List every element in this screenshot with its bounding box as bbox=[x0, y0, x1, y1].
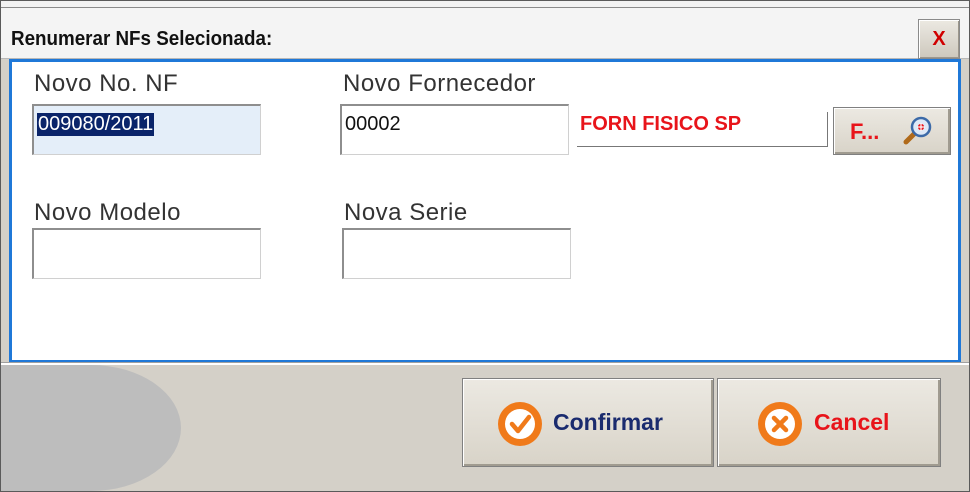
title-bar: Renumerar NFs Selecionada: X bbox=[1, 8, 969, 59]
fornecedor-name: FORN FISICO SP bbox=[580, 113, 742, 135]
fornecedor-name-display: FORN FISICO SP bbox=[577, 112, 828, 147]
footer-separator bbox=[1, 362, 969, 365]
cancel-label: Cancel bbox=[814, 409, 890, 435]
fornecedor-value: 00002 bbox=[345, 113, 401, 135]
close-button[interactable]: X bbox=[918, 19, 960, 59]
serie-input[interactable] bbox=[342, 228, 571, 279]
renumber-dialog: Renumerar NFs Selecionada: X Novo No. NF… bbox=[0, 0, 970, 492]
nf-input[interactable]: 009080/2011 bbox=[32, 104, 261, 155]
nf-label: Novo No. NF bbox=[34, 70, 179, 97]
magnifier-icon bbox=[900, 114, 934, 153]
modelo-label: Novo Modelo bbox=[34, 199, 181, 226]
nf-value: 009080/2011 bbox=[37, 113, 155, 136]
fornecedor-input[interactable]: 00002 bbox=[340, 104, 569, 155]
confirm-label: Confirmar bbox=[553, 409, 663, 435]
footer-decoration bbox=[1, 365, 181, 491]
find-fornecedor-button[interactable]: F... bbox=[833, 107, 951, 155]
x-circle-icon bbox=[756, 400, 804, 453]
dialog-title: Renumerar NFs Selecionada: bbox=[11, 28, 273, 50]
find-button-label: F... bbox=[850, 119, 880, 144]
fornecedor-label: Novo Fornecedor bbox=[343, 70, 536, 97]
form-panel: Novo No. NF 009080/2011 Novo Fornecedor … bbox=[9, 59, 961, 363]
modelo-input[interactable] bbox=[32, 228, 261, 279]
check-circle-icon bbox=[496, 400, 544, 453]
cancel-button[interactable]: Cancel bbox=[717, 378, 941, 467]
confirm-button[interactable]: Confirmar bbox=[462, 378, 714, 467]
serie-label: Nova Serie bbox=[344, 199, 468, 226]
window-top-strip bbox=[1, 1, 969, 8]
